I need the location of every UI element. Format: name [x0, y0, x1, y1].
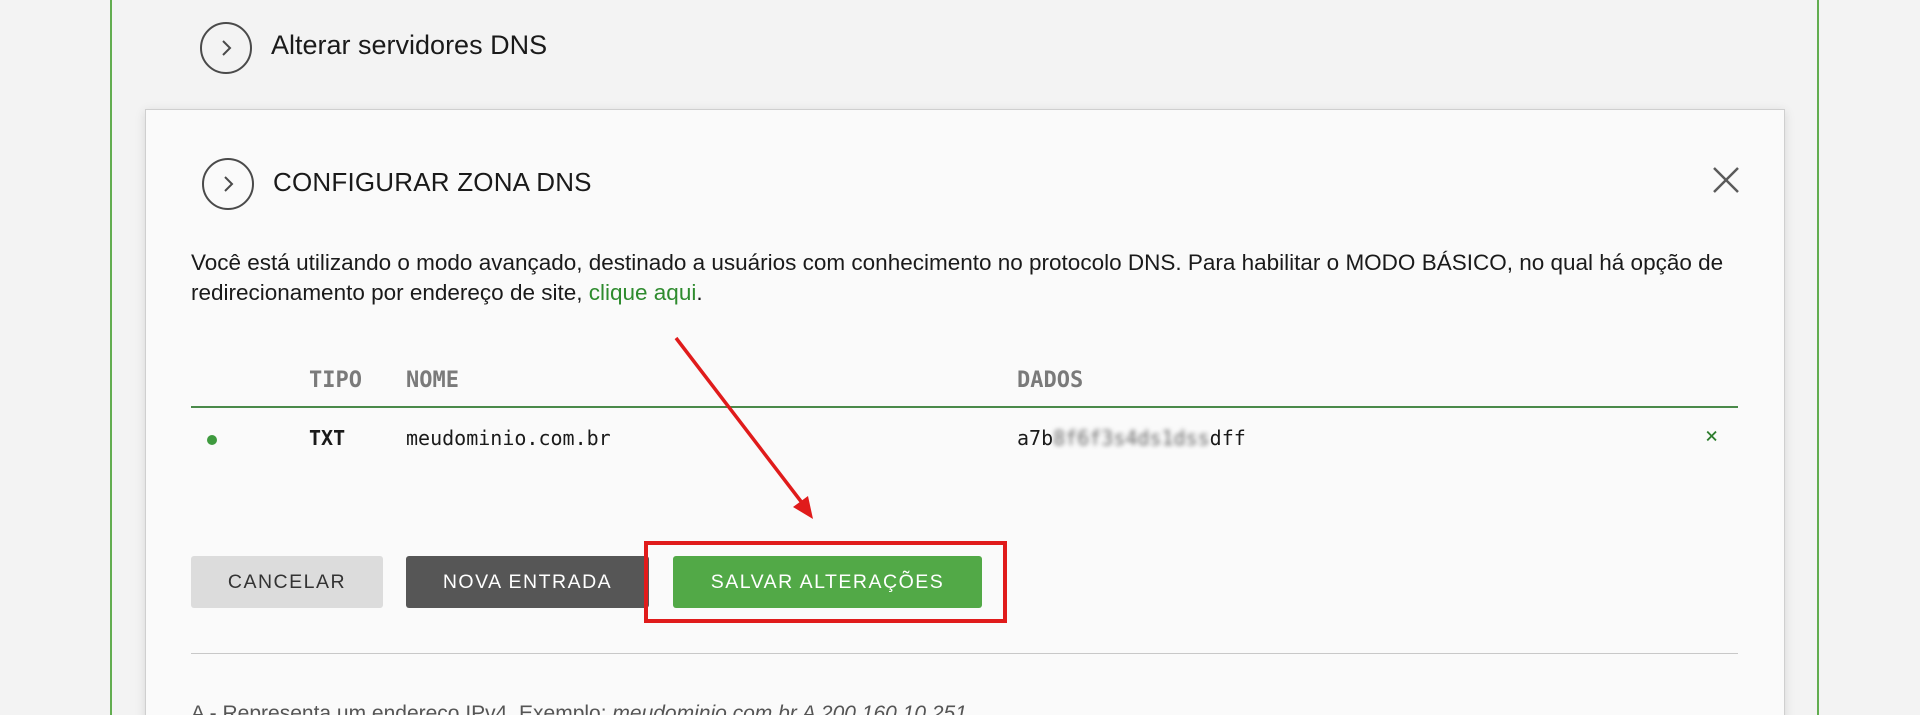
footnote-example: meudominio.com.br A 200.160.10.251 — [612, 702, 967, 715]
dns-records-table: TIPO NOME DADOS TXT meudominio.com.br a7… — [191, 350, 1738, 468]
dns-zone-card: CONFIGURAR ZONA DNS Você está utilizando… — [145, 109, 1785, 715]
save-changes-button[interactable]: SALVAR ALTERAÇÕES — [673, 556, 982, 608]
description-text: Você está utilizando o modo avançado, de… — [191, 250, 1724, 305]
dados-end: dff — [1209, 426, 1246, 450]
row-dados: a7b8f6f3s4ds1dssdff — [1017, 426, 1246, 450]
delete-row-icon[interactable]: × — [1705, 424, 1718, 449]
card-title: CONFIGURAR ZONA DNS — [273, 167, 592, 197]
table-row: TXT meudominio.com.br a7b8f6f3s4ds1dssdf… — [191, 408, 1738, 468]
record-type-footnote: A - Representa um endereço IPv4. Exemplo… — [191, 702, 967, 715]
chevron-right-icon — [224, 176, 234, 192]
chevron-right-icon — [222, 40, 232, 56]
mode-description: Você está utilizando o modo avançado, de… — [191, 248, 1751, 308]
collapse-chevron-icon[interactable] — [202, 158, 254, 210]
divider — [191, 653, 1738, 654]
cancel-button[interactable]: CANCELAR — [191, 556, 383, 608]
basic-mode-link[interactable]: clique aqui — [589, 280, 697, 305]
header-dados: DADOS — [1017, 368, 1084, 393]
status-dot-icon — [207, 435, 217, 445]
description-end: . — [696, 280, 703, 305]
footnote-text: A - Representa um endereço IPv4. Exemplo… — [191, 702, 613, 715]
row-nome: meudominio.com.br — [406, 426, 611, 450]
table-header: TIPO NOME DADOS — [191, 350, 1738, 408]
collapsed-section-title[interactable]: Alterar servidores DNS — [271, 30, 547, 61]
close-button[interactable] — [1708, 162, 1744, 198]
dados-blurred: 8f6f3s4ds1dss — [1053, 426, 1210, 450]
new-entry-button[interactable]: NOVA ENTRADA — [406, 556, 649, 608]
header-tipo: TIPO — [309, 368, 362, 393]
header-nome: NOME — [406, 368, 459, 393]
row-tipo: TXT — [309, 426, 346, 450]
dados-start: a7b — [1017, 426, 1054, 450]
close-icon — [1713, 167, 1739, 193]
expand-chevron-icon[interactable] — [200, 22, 252, 74]
